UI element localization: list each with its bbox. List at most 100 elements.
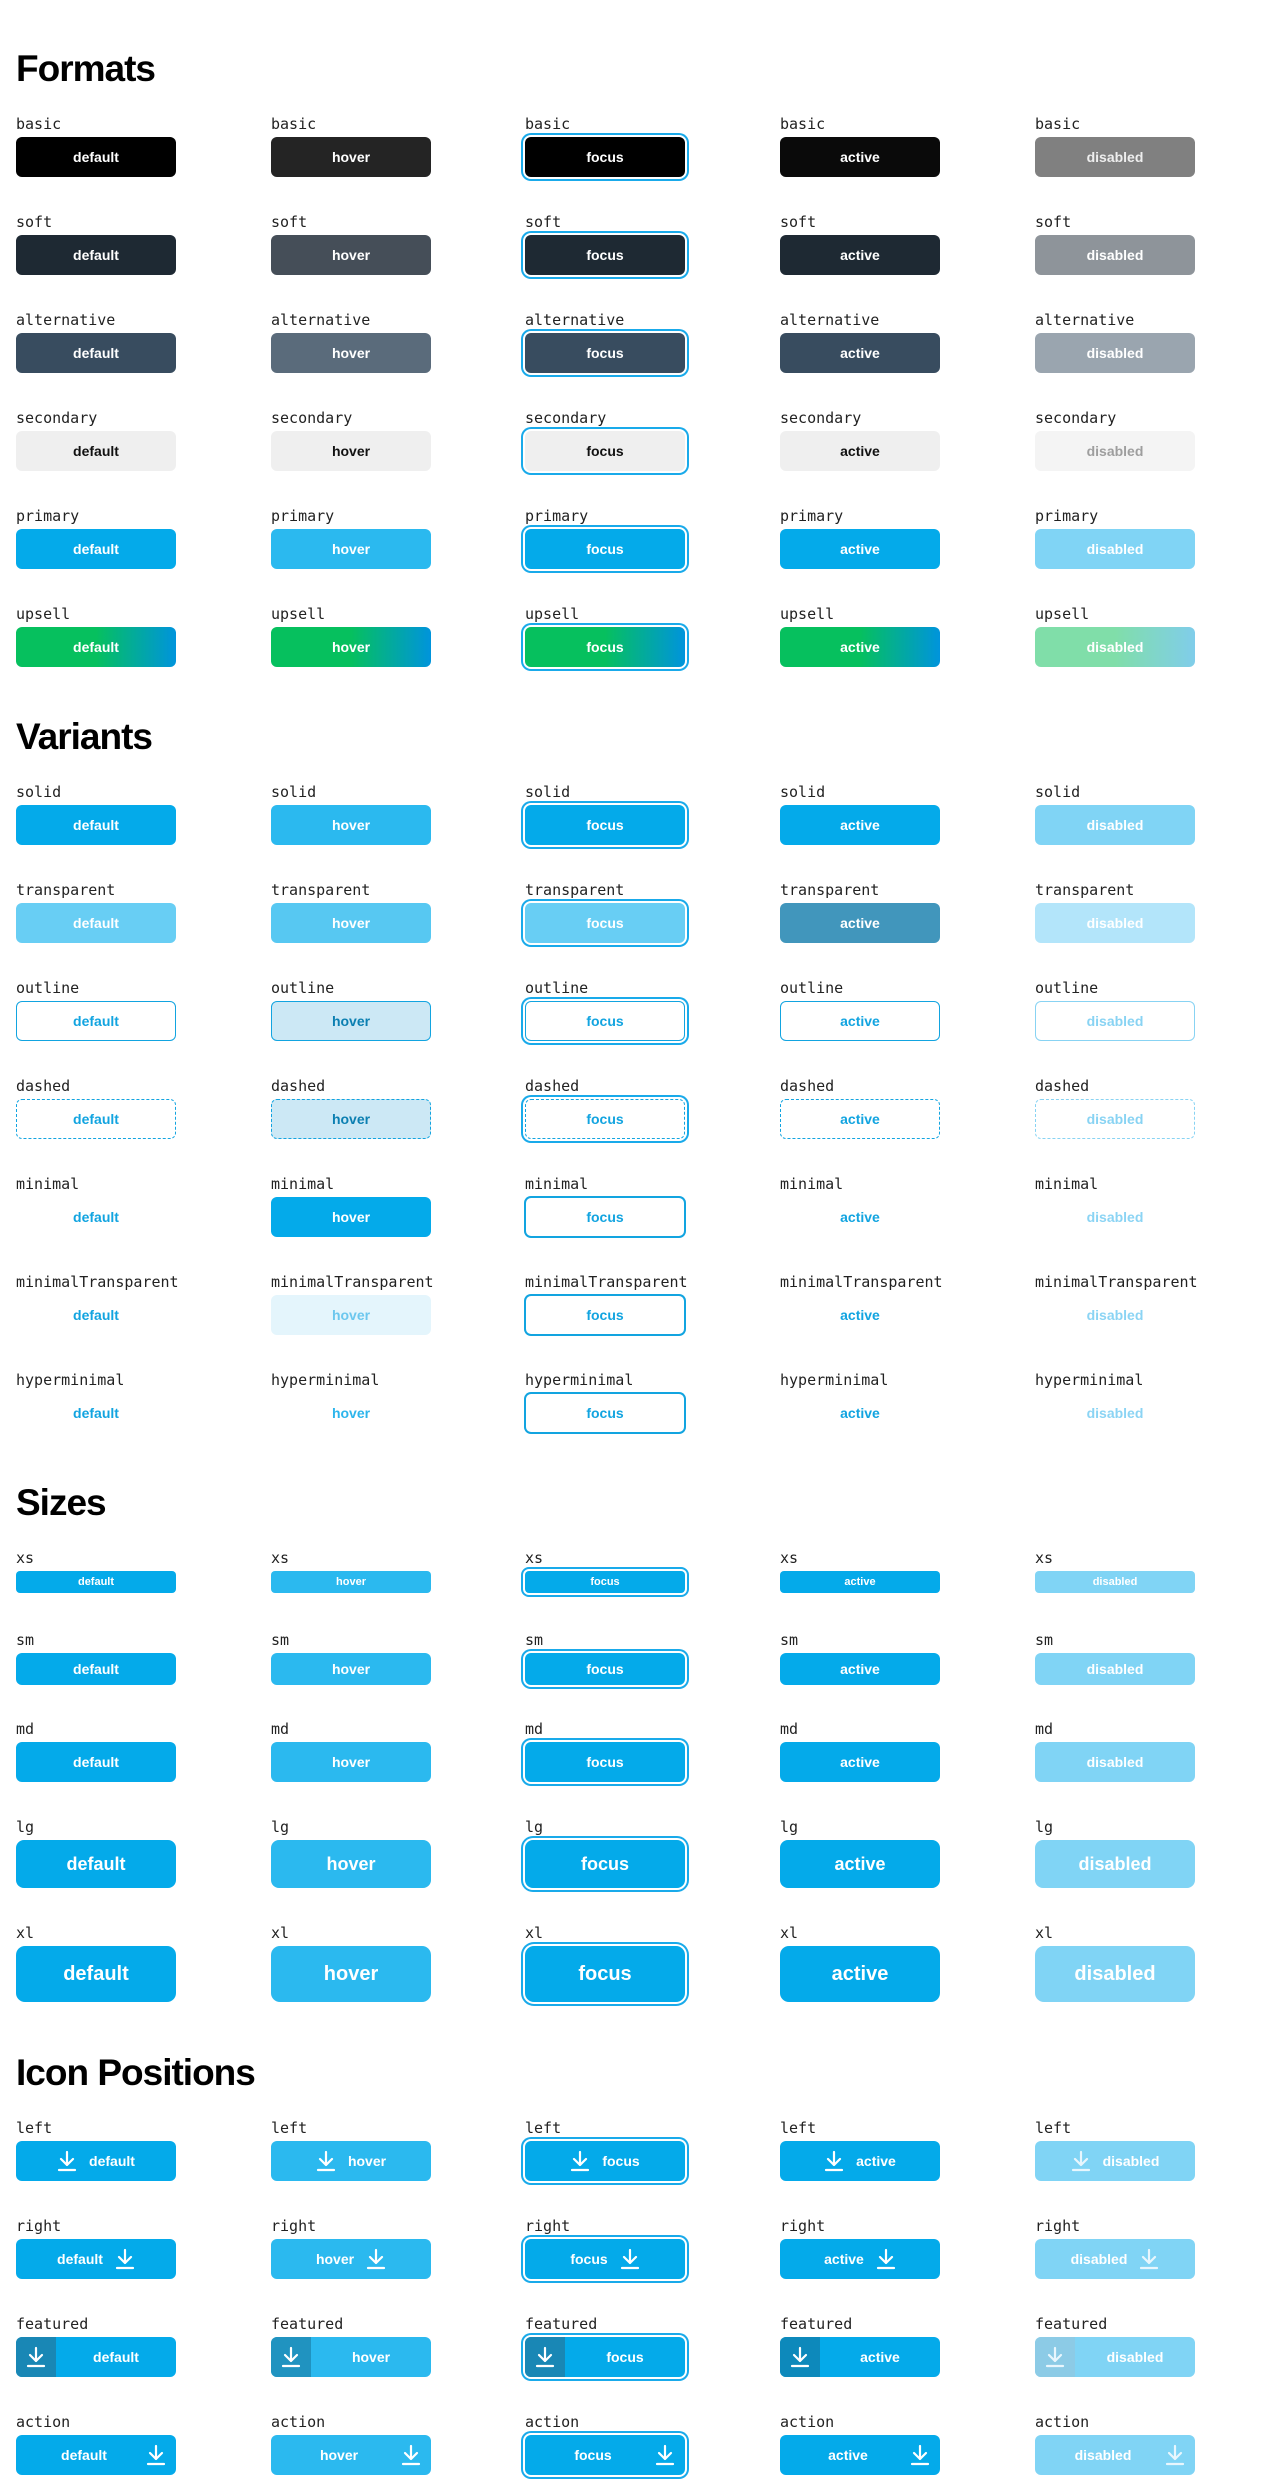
featured-focus-button[interactable]: focus <box>525 2337 685 2377</box>
transparent-hover-button[interactable]: hover <box>271 903 431 943</box>
featured-hover-button[interactable]: hover <box>271 2337 431 2377</box>
minimalTransparent-default-button[interactable]: default <box>16 1295 176 1335</box>
xs-active-button[interactable]: active <box>780 1571 940 1593</box>
soft-disabled-button[interactable]: disabled <box>1035 235 1195 275</box>
right-focus-button[interactable]: focus <box>525 2239 685 2279</box>
minimal-active-button[interactable]: active <box>780 1197 940 1237</box>
right-default-button[interactable]: default <box>16 2239 176 2279</box>
secondary-hover-button[interactable]: hover <box>271 431 431 471</box>
right-disabled-button[interactable]: disabled <box>1035 2239 1195 2279</box>
soft-focus-button[interactable]: focus <box>525 235 685 275</box>
transparent-default-button[interactable]: default <box>16 903 176 943</box>
upsell-disabled-button[interactable]: disabled <box>1035 627 1195 667</box>
xs-hover-button[interactable]: hover <box>271 1571 431 1593</box>
featured-active-button[interactable]: active <box>780 2337 940 2377</box>
left-active-button[interactable]: active <box>780 2141 940 2181</box>
left-disabled-button[interactable]: disabled <box>1035 2141 1195 2181</box>
action-hover-button[interactable]: hover <box>271 2435 431 2475</box>
dashed-disabled-button[interactable]: disabled <box>1035 1099 1195 1139</box>
lg-active-button[interactable]: active <box>780 1840 940 1888</box>
alternative-focus-button[interactable]: focus <box>525 333 685 373</box>
xs-focus-button[interactable]: focus <box>525 1571 685 1593</box>
dashed-hover-button[interactable]: hover <box>271 1099 431 1139</box>
hyperminimal-active-button[interactable]: active <box>780 1393 940 1433</box>
secondary-active-button[interactable]: active <box>780 431 940 471</box>
outline-default-button[interactable]: default <box>16 1001 176 1041</box>
minimal-disabled-button[interactable]: disabled <box>1035 1197 1195 1237</box>
solid-hover-button[interactable]: hover <box>271 805 431 845</box>
soft-active-button[interactable]: active <box>780 235 940 275</box>
primary-disabled-button[interactable]: disabled <box>1035 529 1195 569</box>
right-active-button[interactable]: active <box>780 2239 940 2279</box>
basic-disabled-button[interactable]: disabled <box>1035 137 1195 177</box>
primary-active-button[interactable]: active <box>780 529 940 569</box>
xl-active-button[interactable]: active <box>780 1946 940 2002</box>
sm-focus-button[interactable]: focus <box>525 1653 685 1685</box>
basic-active-button[interactable]: active <box>780 137 940 177</box>
alternative-default-button[interactable]: default <box>16 333 176 373</box>
basic-default-button[interactable]: default <box>16 137 176 177</box>
alternative-disabled-button[interactable]: disabled <box>1035 333 1195 373</box>
left-focus-button[interactable]: focus <box>525 2141 685 2181</box>
transparent-disabled-button[interactable]: disabled <box>1035 903 1195 943</box>
xl-disabled-button[interactable]: disabled <box>1035 1946 1195 2002</box>
featured-default-button[interactable]: default <box>16 2337 176 2377</box>
primary-focus-button[interactable]: focus <box>525 529 685 569</box>
transparent-active-button[interactable]: active <box>780 903 940 943</box>
minimalTransparent-hover-button[interactable]: hover <box>271 1295 431 1335</box>
solid-active-button[interactable]: active <box>780 805 940 845</box>
upsell-default-button[interactable]: default <box>16 627 176 667</box>
soft-default-button[interactable]: default <box>16 235 176 275</box>
md-hover-button[interactable]: hover <box>271 1742 431 1782</box>
action-active-button[interactable]: active <box>780 2435 940 2475</box>
solid-disabled-button[interactable]: disabled <box>1035 805 1195 845</box>
minimalTransparent-active-button[interactable]: active <box>780 1295 940 1335</box>
dashed-default-button[interactable]: default <box>16 1099 176 1139</box>
sm-default-button[interactable]: default <box>16 1653 176 1685</box>
minimal-hover-button[interactable]: hover <box>271 1197 431 1237</box>
secondary-default-button[interactable]: default <box>16 431 176 471</box>
hyperminimal-focus-button[interactable]: focus <box>525 1393 685 1433</box>
outline-focus-button[interactable]: focus <box>525 1001 685 1041</box>
minimal-default-button[interactable]: default <box>16 1197 176 1237</box>
xs-disabled-button[interactable]: disabled <box>1035 1571 1195 1593</box>
xl-focus-button[interactable]: focus <box>525 1946 685 2002</box>
alternative-active-button[interactable]: active <box>780 333 940 373</box>
sm-active-button[interactable]: active <box>780 1653 940 1685</box>
solid-focus-button[interactable]: focus <box>525 805 685 845</box>
minimalTransparent-focus-button[interactable]: focus <box>525 1295 685 1335</box>
left-hover-button[interactable]: hover <box>271 2141 431 2181</box>
lg-hover-button[interactable]: hover <box>271 1840 431 1888</box>
dashed-active-button[interactable]: active <box>780 1099 940 1139</box>
basic-hover-button[interactable]: hover <box>271 137 431 177</box>
action-default-button[interactable]: default <box>16 2435 176 2475</box>
hyperminimal-disabled-button[interactable]: disabled <box>1035 1393 1195 1433</box>
md-active-button[interactable]: active <box>780 1742 940 1782</box>
primary-default-button[interactable]: default <box>16 529 176 569</box>
alternative-hover-button[interactable]: hover <box>271 333 431 373</box>
sm-disabled-button[interactable]: disabled <box>1035 1653 1195 1685</box>
xs-default-button[interactable]: default <box>16 1571 176 1593</box>
hyperminimal-default-button[interactable]: default <box>16 1393 176 1433</box>
primary-hover-button[interactable]: hover <box>271 529 431 569</box>
sm-hover-button[interactable]: hover <box>271 1653 431 1685</box>
md-focus-button[interactable]: focus <box>525 1742 685 1782</box>
lg-disabled-button[interactable]: disabled <box>1035 1840 1195 1888</box>
left-default-button[interactable]: default <box>16 2141 176 2181</box>
outline-disabled-button[interactable]: disabled <box>1035 1001 1195 1041</box>
solid-default-button[interactable]: default <box>16 805 176 845</box>
basic-focus-button[interactable]: focus <box>525 137 685 177</box>
action-focus-button[interactable]: focus <box>525 2435 685 2475</box>
upsell-active-button[interactable]: active <box>780 627 940 667</box>
secondary-focus-button[interactable]: focus <box>525 431 685 471</box>
featured-disabled-button[interactable]: disabled <box>1035 2337 1195 2377</box>
lg-default-button[interactable]: default <box>16 1840 176 1888</box>
outline-active-button[interactable]: active <box>780 1001 940 1041</box>
soft-hover-button[interactable]: hover <box>271 235 431 275</box>
secondary-disabled-button[interactable]: disabled <box>1035 431 1195 471</box>
minimal-focus-button[interactable]: focus <box>525 1197 685 1237</box>
xl-hover-button[interactable]: hover <box>271 1946 431 2002</box>
md-disabled-button[interactable]: disabled <box>1035 1742 1195 1782</box>
transparent-focus-button[interactable]: focus <box>525 903 685 943</box>
action-disabled-button[interactable]: disabled <box>1035 2435 1195 2475</box>
